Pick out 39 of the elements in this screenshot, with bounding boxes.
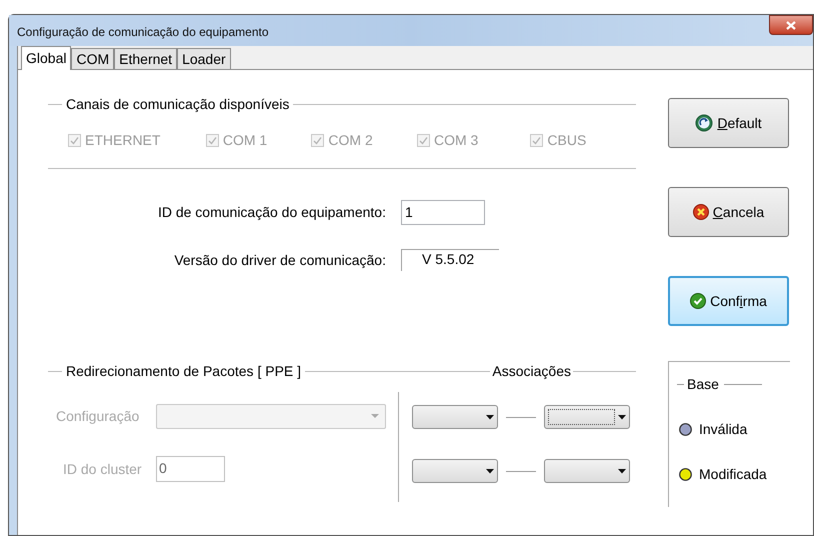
legend-label: Modificada (699, 465, 767, 484)
default-button[interactable]: Default (668, 98, 789, 148)
version-field: V 5.5.02 (401, 249, 499, 271)
checkbox-label: ETHERNET (85, 130, 160, 150)
field-label: Configuração (56, 406, 140, 426)
cancel-icon (692, 204, 709, 220)
dropdown[interactable] (544, 405, 630, 429)
tab[interactable]: Global (21, 46, 72, 70)
tab[interactable]: Ethernet (114, 48, 178, 69)
caret-icon (486, 468, 494, 474)
caret-icon (618, 414, 626, 420)
id-field[interactable]: 1 (401, 200, 485, 225)
checkbox-label: COM 2 (328, 130, 373, 150)
checkbox-label: CBUS (547, 130, 586, 150)
legend-label: Inválida (699, 420, 748, 439)
group-title: Redirecionamento de Pacotes [ PPE ] (66, 362, 302, 381)
group-title: Base (687, 375, 719, 394)
dropdown[interactable] (544, 459, 630, 483)
field-label: Versão do driver de comunicação: (173, 250, 386, 270)
close-icon (786, 20, 796, 30)
tab[interactable]: COM (71, 48, 114, 69)
group-title: Associações (492, 362, 571, 381)
checkbox-label: COM 3 (434, 130, 478, 150)
close-button[interactable] (769, 15, 813, 35)
refresh-icon (695, 114, 714, 132)
checkmark-icon (690, 293, 706, 309)
caret-icon (371, 414, 379, 418)
caret-icon (618, 468, 626, 474)
tab[interactable]: Loader (177, 48, 231, 69)
window-title: Configuração de comunicação do equipamento (17, 24, 269, 41)
dropdown[interactable] (412, 459, 498, 483)
checkbox-label: COM 1 (222, 130, 268, 150)
cancel-button[interactable]: Cancela (668, 187, 789, 237)
caret-icon (486, 414, 494, 420)
confirm-button[interactable]: Confirma (668, 276, 789, 326)
group-title: Canais de comunicação disponíveis (66, 95, 290, 114)
dropdown[interactable] (412, 405, 498, 429)
field-label: ID do cluster (62, 460, 143, 478)
field-label: ID de comunicação do equipamento: (156, 203, 386, 222)
